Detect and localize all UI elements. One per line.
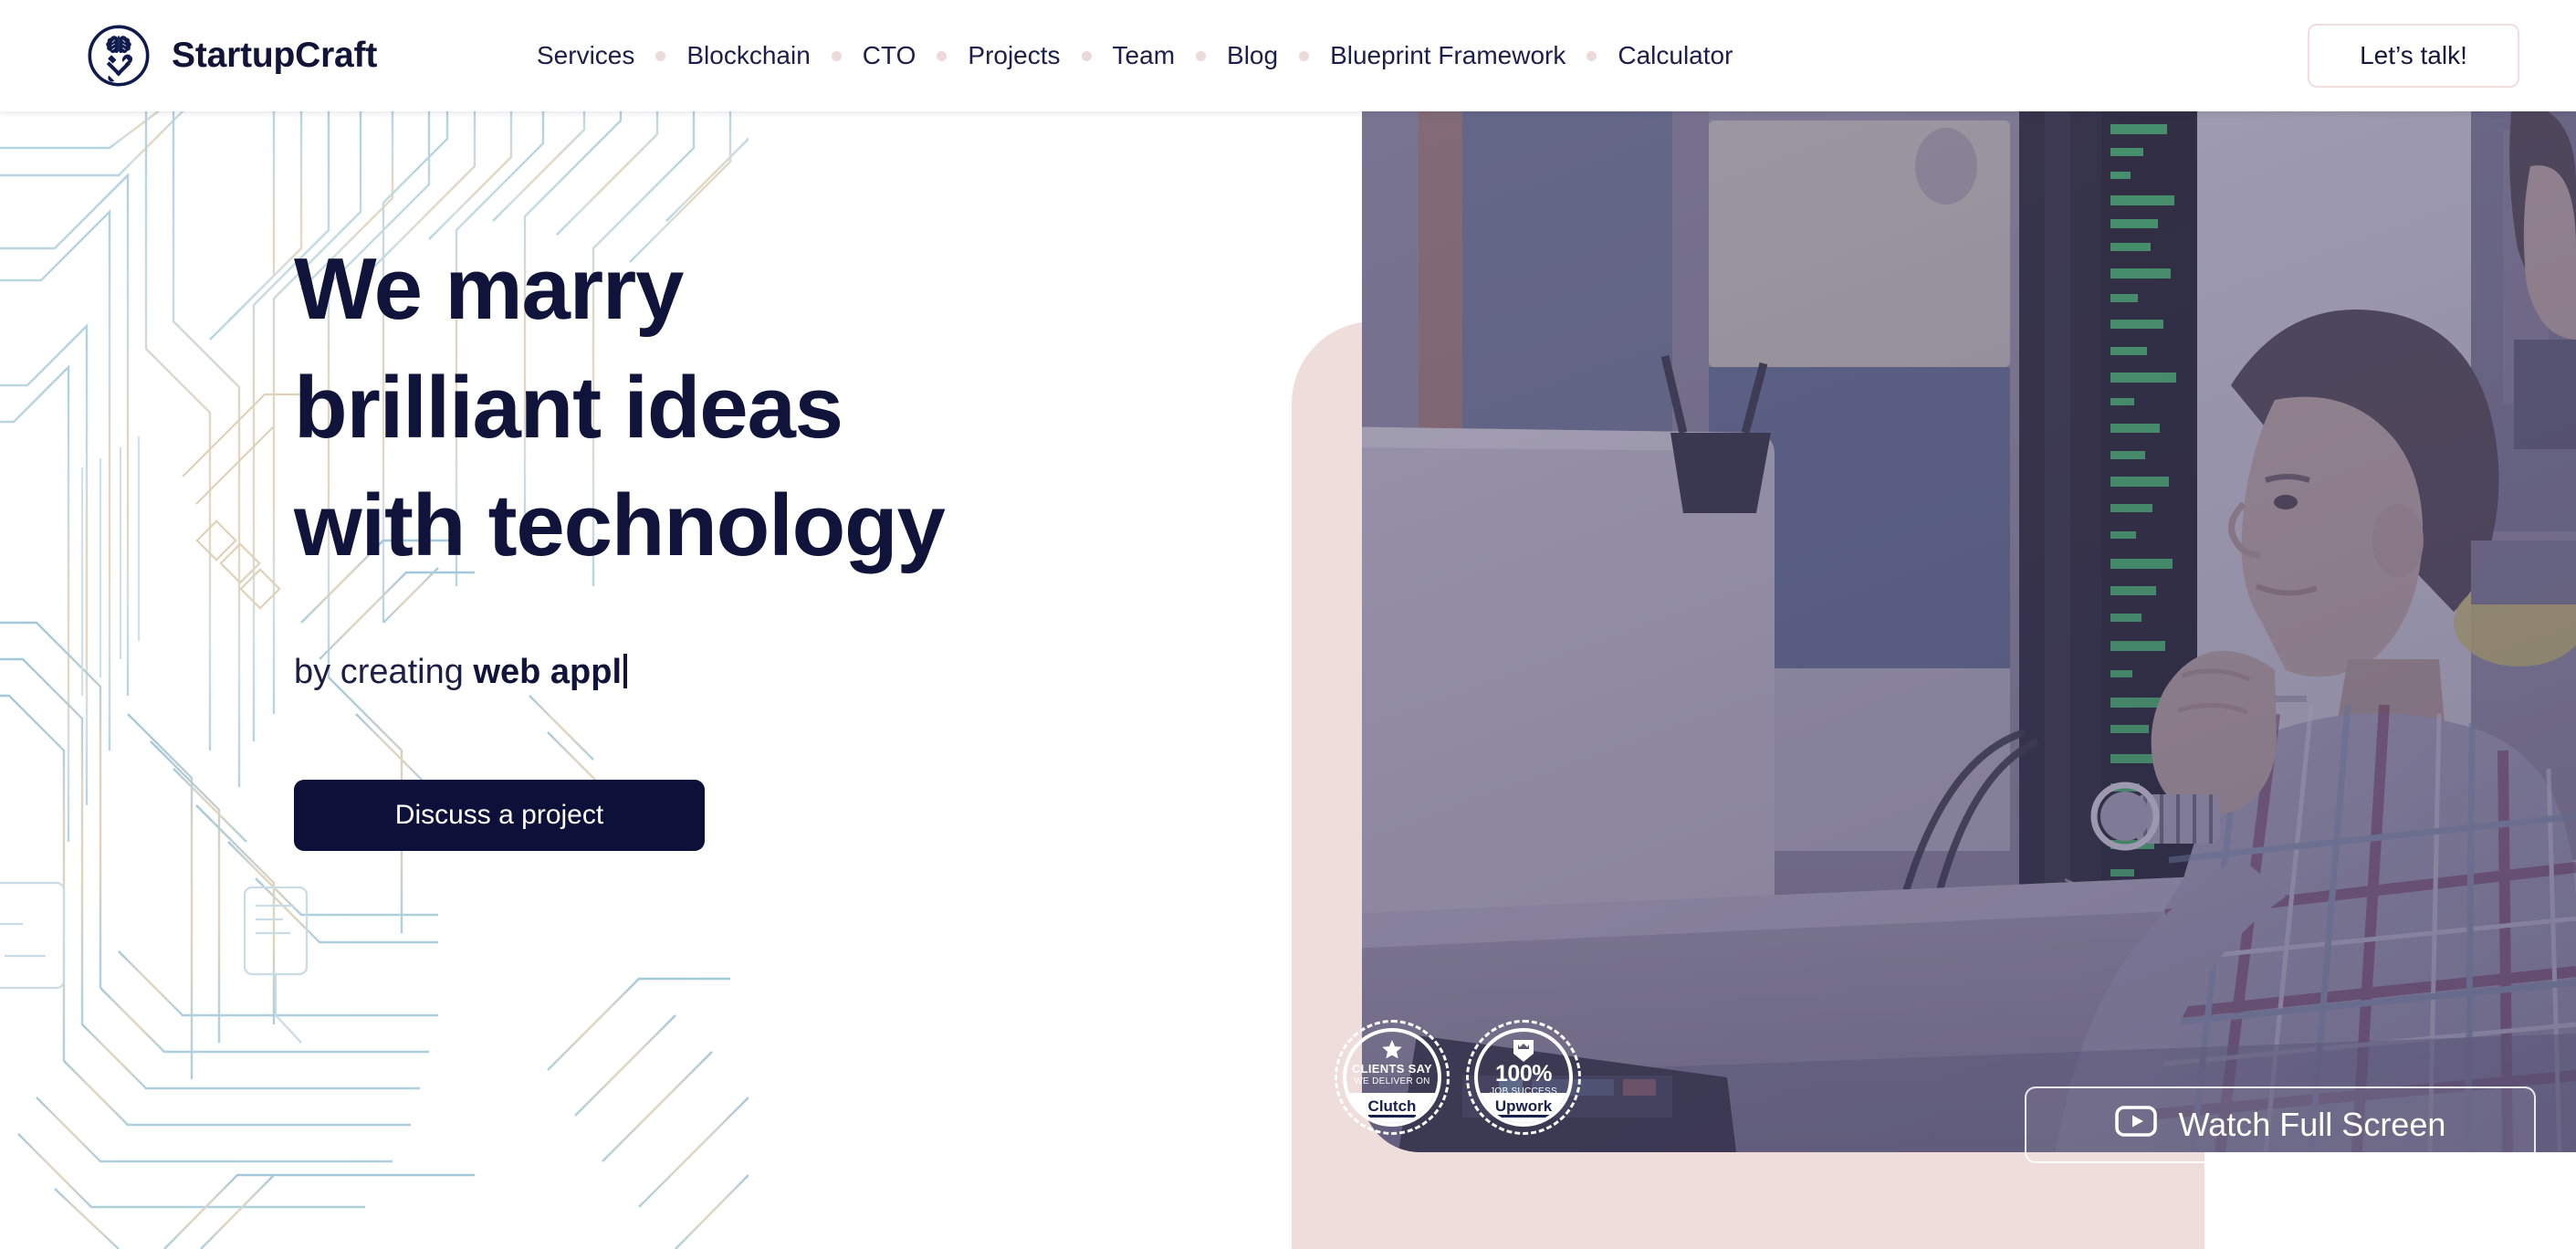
nav-item-blog[interactable]: Blog [1225, 36, 1280, 76]
clutch-brand-name: Clutch [1367, 1098, 1417, 1118]
subline-prefix: by creating [294, 652, 474, 691]
watch-full-screen-label: Watch Full Screen [2178, 1106, 2446, 1143]
hero-subline: by creating web appl [294, 653, 1298, 692]
nav-item-services[interactable]: Services [535, 36, 636, 76]
nav-item-blockchain[interactable]: Blockchain [685, 36, 812, 76]
star-icon [1381, 1040, 1403, 1060]
clutch-badge-line1: CLIENTS SAY [1351, 1062, 1433, 1076]
brand-name: StartupCraft [172, 36, 378, 75]
nav-separator-dot-icon [1299, 50, 1310, 61]
lets-talk-button[interactable]: Let’s talk! [2308, 24, 2519, 88]
shield-crown-icon [1513, 1040, 1534, 1062]
headline-line-1: We marry [294, 240, 684, 338]
hero-photo[interactable]: ASUS [1362, 111, 2576, 1152]
clutch-badge[interactable]: CLIENTS SAY WE DELIVER ON Clutch [1335, 1020, 1450, 1135]
typing-caret-icon [623, 653, 628, 688]
nav-separator-dot-icon [1586, 50, 1597, 61]
clutch-badge-line2: WE DELIVER ON [1354, 1076, 1430, 1086]
brand-logo-link[interactable]: StartupCraft [86, 13, 377, 99]
brain-tools-circle-logo-icon [86, 23, 152, 89]
youtube-play-icon [2114, 1105, 2157, 1145]
subline-typed-text: web appl [473, 652, 623, 691]
clutch-brand-bar: Clutch [1346, 1093, 1438, 1123]
nav-separator-dot-icon [937, 50, 948, 61]
hero-landing-page: StartupCraft Services Blockchain CTO Pro… [0, 0, 2576, 1249]
headline-line-2: brilliant ideas [294, 358, 843, 457]
nav-item-blueprint-framework[interactable]: Blueprint Framework [1328, 36, 1567, 76]
developer-at-desk-photo: ASUS [1362, 111, 2576, 1152]
trust-badges-group: CLIENTS SAY WE DELIVER ON Clutch 100% JO… [1335, 1020, 1581, 1135]
hero-copy-block: We marry brilliant ideas with technology… [294, 230, 1298, 851]
upwork-brand-name: Upwork [1494, 1098, 1553, 1118]
watch-full-screen-button[interactable]: Watch Full Screen [2025, 1086, 2536, 1163]
site-header: StartupCraft Services Blockchain CTO Pro… [0, 0, 2576, 111]
headline-line-3: with technology [294, 477, 946, 575]
nav-item-projects[interactable]: Projects [966, 36, 1062, 76]
nav-item-cto[interactable]: CTO [861, 36, 918, 76]
upwork-brand-bar: Upwork [1478, 1093, 1569, 1123]
upwork-badge-percent: 100% [1495, 1061, 1552, 1086]
main-navigation: Services Blockchain CTO Projects Team Bl… [535, 0, 1734, 111]
upwork-badge[interactable]: 100% JOB SUCCESS Upwork [1466, 1020, 1581, 1135]
clutch-badge-inner: CLIENTS SAY WE DELIVER ON Clutch [1343, 1028, 1441, 1127]
nav-separator-dot-icon [655, 50, 666, 61]
hero-headline: We marry brilliant ideas with technology [294, 230, 1298, 585]
nav-separator-dot-icon [831, 50, 842, 61]
nav-separator-dot-icon [1196, 50, 1207, 61]
upwork-badge-inner: 100% JOB SUCCESS Upwork [1474, 1028, 1573, 1127]
nav-item-team[interactable]: Team [1111, 36, 1177, 76]
nav-item-calculator[interactable]: Calculator [1616, 36, 1734, 76]
discuss-a-project-button[interactable]: Discuss a project [294, 779, 705, 851]
hero-section: We marry brilliant ideas with technology… [0, 111, 2576, 1249]
nav-separator-dot-icon [1081, 50, 1092, 61]
